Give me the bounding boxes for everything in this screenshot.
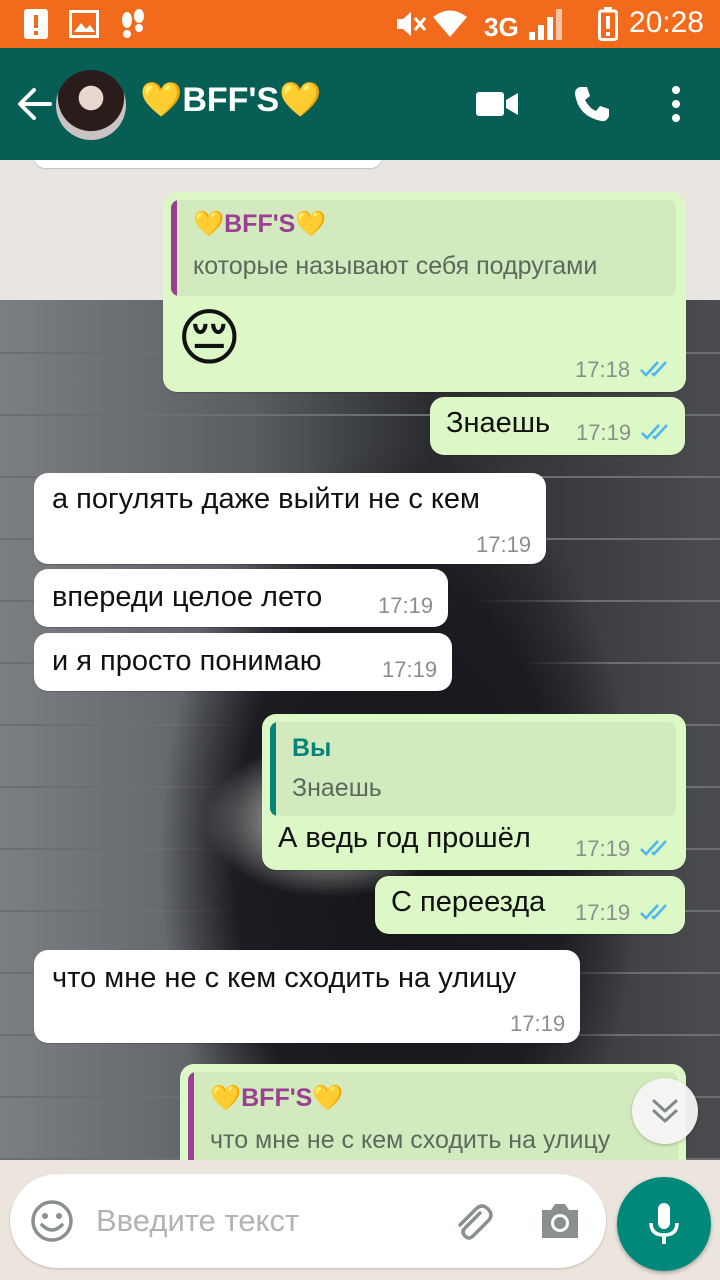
read-ticks-icon <box>640 361 667 377</box>
message-time: 17:19 <box>575 836 631 861</box>
network-type: 3G <box>484 12 519 42</box>
message-time: 17:19 <box>476 532 532 557</box>
input-bar <box>0 1160 720 1280</box>
quote-author: Вы <box>292 734 332 762</box>
message-bubble-outgoing[interactable]: Знаешь 17:19 <box>430 397 685 455</box>
read-ticks-icon <box>640 840 667 856</box>
avatar[interactable] <box>56 70 126 140</box>
mic-button[interactable] <box>617 1177 711 1271</box>
chevron-double-down-icon <box>652 1099 678 1123</box>
chat-area[interactable]: 💛BFF'S💛 которые называют себя подругами … <box>0 160 720 1160</box>
message-bubble-outgoing[interactable]: Вы Знаешь А ведь год прошёл 17:19 <box>262 714 686 870</box>
mute-icon <box>394 8 428 40</box>
more-vert-icon[interactable] <box>666 84 686 124</box>
quote-text: которые называют себя подругами <box>193 252 598 280</box>
message-time: 17:19 <box>575 900 631 925</box>
footsteps-icon <box>116 8 150 40</box>
arrow-left-icon[interactable] <box>14 84 54 124</box>
contact-name[interactable]: 💛BFF'S💛 <box>140 80 322 120</box>
message-bubble-outgoing[interactable]: 💛BFF'S💛 которые называют себя подругами … <box>163 192 686 392</box>
chat-header: 💛BFF'S💛 <box>0 48 720 160</box>
message-time: 17:19 <box>378 593 434 618</box>
read-ticks-icon <box>640 904 667 920</box>
quote-text: Знаешь <box>292 774 382 802</box>
message-text: С переезда <box>391 886 546 918</box>
message-time: 17:19 <box>382 657 438 682</box>
message-text: Знаешь <box>446 407 551 439</box>
message-bubble-incoming[interactable]: впереди целое лето 17:19 <box>34 569 448 627</box>
quoted-message[interactable]: 💛BFF'S💛 которые называют себя подругами <box>171 200 676 296</box>
video-call-icon[interactable] <box>474 88 520 120</box>
attach-icon[interactable] <box>450 1199 496 1245</box>
message-time: 17:19 <box>576 420 632 445</box>
signal-icon <box>526 8 568 40</box>
message-bubble-partial[interactable] <box>34 160 382 168</box>
image-icon <box>68 8 100 40</box>
wifi-icon <box>432 8 468 40</box>
mic-icon <box>649 1203 679 1244</box>
camera-icon[interactable] <box>538 1200 582 1242</box>
clock: 20:28 <box>628 6 704 39</box>
message-time: 17:18 <box>575 357 631 382</box>
emoji-icon[interactable] <box>30 1199 74 1243</box>
read-ticks-icon <box>641 424 668 440</box>
message-text: 😔 <box>177 304 242 373</box>
quote-text: что мне не с кем сходить на улицу <box>210 1126 611 1154</box>
message-bubble-incoming[interactable]: а погулять даже выйти не с кем 17:19 <box>34 473 546 564</box>
message-bubble-incoming[interactable]: что мне не с кем сходить на улицу 17:19 <box>34 950 580 1043</box>
message-text: и я просто понимаю <box>52 645 322 677</box>
message-bubble-outgoing[interactable]: 💛BFF'S💛 что мне не с кем сходить на улиц… <box>180 1064 686 1160</box>
message-bubble-incoming[interactable]: и я просто понимаю 17:19 <box>34 633 452 691</box>
message-text: что мне не с кем сходить на улицу <box>52 962 517 994</box>
phone-icon[interactable] <box>572 84 612 124</box>
scroll-to-bottom-button[interactable] <box>632 1078 698 1144</box>
quote-author: 💛BFF'S💛 <box>210 1084 344 1112</box>
message-text: а погулять даже выйти не с кем <box>52 483 480 515</box>
status-bar: 3G 20:28 <box>0 0 720 48</box>
quoted-message[interactable]: Вы Знаешь <box>270 722 676 816</box>
message-input[interactable] <box>96 1194 426 1248</box>
quoted-message[interactable]: 💛BFF'S💛 что мне не с кем сходить на улиц… <box>188 1072 678 1160</box>
message-text: А ведь год прошёл <box>278 822 531 854</box>
alert-icon <box>22 8 50 40</box>
battery-low-icon <box>596 7 620 41</box>
message-text: впереди целое лето <box>52 581 323 613</box>
quote-author: 💛BFF'S💛 <box>193 210 327 238</box>
message-composer <box>10 1174 606 1268</box>
message-time: 17:19 <box>510 1011 566 1036</box>
message-bubble-outgoing[interactable]: С переезда 17:19 <box>375 876 685 934</box>
